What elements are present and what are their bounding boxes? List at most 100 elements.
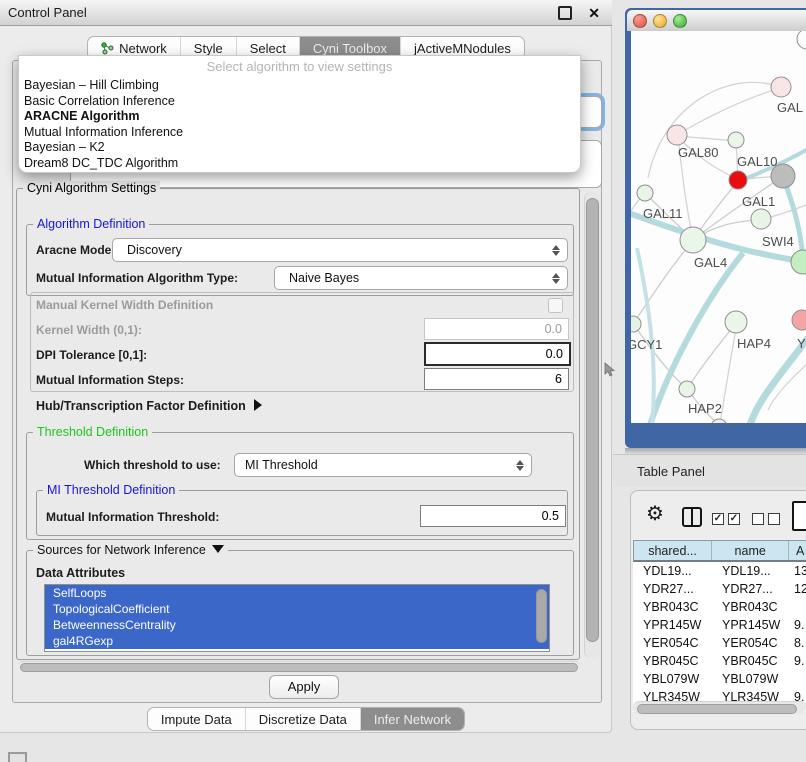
network-graph: GALGAL80GAL10GAL1GAL11SWI4GAL4GCY1HAP4YH… bbox=[631, 31, 806, 423]
algorithm-option[interactable]: Bayesian – Hill Climbing bbox=[19, 78, 580, 94]
network-node[interactable] bbox=[667, 125, 687, 145]
table-cell: YBL079W bbox=[712, 670, 790, 688]
network-canvas[interactable]: GALGAL80GAL10GAL1GAL11SWI4GAL4GCY1HAP4YH… bbox=[631, 31, 806, 423]
network-node[interactable] bbox=[791, 250, 806, 274]
sources-title-text: Sources for Network Inference bbox=[37, 543, 206, 557]
network-window-titlebar bbox=[627, 10, 806, 31]
mi-steps-label: Mutual Information Steps: bbox=[36, 373, 184, 387]
attribute-list-item[interactable]: SelfLoops bbox=[45, 585, 549, 601]
table-row[interactable]: YBR043CYBR043C bbox=[633, 598, 806, 616]
deselect-all-checkbox-icon[interactable] bbox=[768, 513, 780, 525]
column-header-1[interactable]: shared... bbox=[634, 541, 712, 560]
tab-label: Network bbox=[119, 41, 167, 56]
bottom-tab-bar: Impute DataDiscretize DataInfer Network bbox=[0, 707, 612, 731]
corner-grip-icon[interactable] bbox=[8, 752, 27, 762]
algorithm-option[interactable]: ARACNE Algorithm bbox=[19, 109, 580, 125]
tab-discretize-data[interactable]: Discretize Data bbox=[245, 708, 360, 730]
table-row[interactable]: YDL19...YDL19...13 bbox=[633, 562, 806, 580]
mi-steps-input[interactable]: 6 bbox=[424, 368, 569, 390]
which-threshold-select[interactable]: MI Threshold bbox=[234, 453, 532, 477]
network-node[interactable] bbox=[631, 316, 641, 332]
algorithm-definition-title: Algorithm Definition bbox=[33, 217, 149, 231]
network-node[interactable] bbox=[637, 185, 653, 201]
settings-vertical-scrollbar[interactable] bbox=[584, 192, 600, 658]
network-node[interactable] bbox=[679, 381, 695, 397]
table-header-row: shared...nameA bbox=[633, 540, 806, 562]
attribute-list-item[interactable]: gal4RGexp bbox=[45, 633, 549, 649]
collapse-down-icon[interactable] bbox=[212, 545, 224, 553]
gear-icon[interactable]: ⚙ bbox=[646, 504, 664, 524]
settings-group-title: Cyni Algorithm Settings bbox=[23, 181, 160, 195]
column-header-3[interactable]: A bbox=[789, 541, 806, 560]
attribute-list-item[interactable]: BetweennessCentrality bbox=[45, 617, 549, 633]
aracne-mode-select[interactable]: Discovery bbox=[112, 238, 568, 262]
control-panel-titlebar: Control Panel ✕ bbox=[0, 0, 612, 26]
table-cell: YBR043C bbox=[633, 598, 712, 616]
settings-horizontal-scrollbar[interactable] bbox=[18, 661, 580, 672]
close-traffic-light[interactable] bbox=[633, 14, 647, 28]
column-header-2[interactable]: name bbox=[712, 541, 789, 560]
dpi-tolerance-input[interactable]: 0.0 bbox=[424, 342, 571, 366]
node-label: SWI4 bbox=[762, 234, 794, 249]
table-row[interactable]: YBR045CYBR045C9. bbox=[633, 652, 806, 670]
attributes-list-scrollbar-thumb[interactable] bbox=[536, 589, 547, 643]
network-node[interactable] bbox=[680, 227, 706, 253]
network-edge[interactable] bbox=[688, 323, 736, 388]
table-row[interactable]: YPR145WYPR145W9. bbox=[633, 616, 806, 634]
table-row[interactable]: YER054CYER054C8. bbox=[633, 634, 806, 652]
node-label: GAL10 bbox=[737, 154, 777, 169]
zoom-traffic-light[interactable] bbox=[673, 14, 687, 28]
minimize-traffic-light[interactable] bbox=[653, 14, 667, 28]
tab-infer-network[interactable]: Infer Network bbox=[360, 708, 464, 730]
network-node[interactable] bbox=[728, 132, 744, 148]
algorithm-option[interactable]: Bayesian – K2 bbox=[19, 140, 580, 156]
document-icon[interactable] bbox=[792, 501, 806, 531]
which-threshold-label: Which threshold to use: bbox=[84, 458, 221, 472]
kernel-width-input[interactable]: 0.0 bbox=[424, 318, 569, 340]
table-horizontal-scrollbar-thumb[interactable] bbox=[637, 704, 797, 714]
network-node[interactable] bbox=[771, 77, 791, 97]
network-edge[interactable] bbox=[631, 193, 645, 250]
network-node[interactable] bbox=[729, 171, 747, 189]
table-cell: 8. bbox=[790, 634, 806, 652]
hub-definition-toggle[interactable]: Hub/Transcription Factor Definition bbox=[36, 399, 262, 413]
mi-type-select[interactable]: Naive Bayes bbox=[274, 266, 568, 290]
apply-button[interactable]: Apply bbox=[269, 675, 339, 699]
node-label: GAL11 bbox=[643, 206, 683, 221]
close-icon[interactable]: ✕ bbox=[588, 6, 600, 20]
select-all-checkbox-icon[interactable]: ✓ bbox=[712, 513, 724, 525]
sources-group-title[interactable]: Sources for Network Inference bbox=[33, 543, 228, 557]
deselect-all-checkbox-icon[interactable] bbox=[752, 513, 764, 525]
mi-threshold-input[interactable]: 0.5 bbox=[420, 505, 566, 527]
table-row[interactable]: YBL079WYBL079W bbox=[633, 670, 806, 688]
table-cell: YDR27... bbox=[633, 580, 712, 598]
network-node[interactable] bbox=[797, 31, 806, 49]
hub-definition-label: Hub/Transcription Factor Definition bbox=[36, 399, 246, 413]
data-attributes-list[interactable]: SelfLoopsTopologicalCoefficientBetweenne… bbox=[44, 584, 550, 652]
columns-icon[interactable] bbox=[682, 507, 702, 527]
expand-right-icon[interactable] bbox=[254, 399, 262, 411]
table-cell bbox=[790, 598, 806, 616]
table-horizontal-scrollbar[interactable] bbox=[633, 701, 806, 714]
manual-kernel-checkbox[interactable] bbox=[548, 298, 563, 313]
select-all-checkbox-icon[interactable]: ✓ bbox=[728, 513, 740, 525]
table-cell: YDL19... bbox=[712, 562, 790, 580]
settings-vertical-scrollbar-thumb[interactable] bbox=[586, 198, 599, 642]
network-node[interactable] bbox=[751, 209, 771, 229]
network-node[interactable] bbox=[792, 310, 806, 330]
table-cell: YPR145W bbox=[712, 616, 790, 634]
network-edge[interactable] bbox=[720, 323, 737, 423]
table-cell: YER054C bbox=[633, 634, 712, 652]
mi-threshold-group-title: MI Threshold Definition bbox=[43, 483, 179, 497]
settings-horizontal-scrollbar-thumb[interactable] bbox=[20, 663, 578, 672]
tab-impute-data[interactable]: Impute Data bbox=[148, 708, 245, 730]
algorithm-option[interactable]: Dream8 DC_TDC Algorithm bbox=[19, 156, 580, 172]
network-edge[interactable] bbox=[637, 248, 654, 423]
algorithm-option[interactable]: Basic Correlation Inference bbox=[19, 94, 580, 110]
algorithm-option[interactable]: Mutual Information Inference bbox=[19, 125, 580, 141]
table-row[interactable]: YDR27...YDR27...12 bbox=[633, 580, 806, 598]
float-window-icon[interactable] bbox=[558, 6, 572, 20]
network-edge[interactable] bbox=[677, 88, 781, 135]
attribute-list-item[interactable]: TopologicalCoefficient bbox=[45, 601, 549, 617]
network-node[interactable] bbox=[725, 311, 747, 333]
